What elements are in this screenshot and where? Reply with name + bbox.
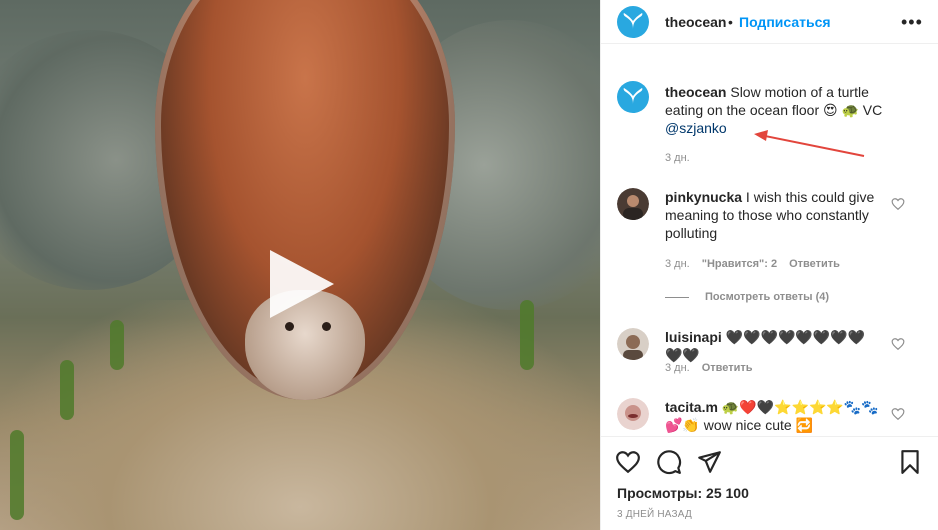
comment-username[interactable]: pinkynucka xyxy=(665,189,742,205)
seaweed xyxy=(60,360,74,420)
divider-line xyxy=(665,296,689,298)
follow-button[interactable]: Подписаться xyxy=(739,14,831,30)
comment-time[interactable]: 3 дн. xyxy=(665,258,690,270)
comment-username[interactable]: luisinapi xyxy=(665,329,722,345)
seaweed xyxy=(110,320,124,370)
post-header: theocean • Подписаться ••• xyxy=(601,0,938,44)
post-timestamp[interactable]: 3 ДНЕЙ НАЗАД xyxy=(617,509,692,520)
seaweed xyxy=(520,300,534,370)
comment-time[interactable]: 3 дн. xyxy=(665,362,690,374)
comment-meta: 3 дн. Ответить xyxy=(665,362,765,374)
avatar[interactable] xyxy=(617,6,649,38)
avatar[interactable] xyxy=(617,328,649,360)
post-actions: Просмотры: 25 100 3 ДНЕЙ НАЗАД xyxy=(601,436,938,530)
heart-icon[interactable] xyxy=(891,197,905,211)
comment-meta: 3 дн. "Нравится": 2 Ответить xyxy=(665,258,852,270)
view-replies-label: Посмотреть ответы (4) xyxy=(705,291,830,303)
comment-likes[interactable]: "Нравится": 2 xyxy=(702,258,777,270)
post-video[interactable] xyxy=(0,0,600,530)
avatar[interactable] xyxy=(617,398,649,430)
share-icon[interactable] xyxy=(696,449,722,475)
turtle-nostril xyxy=(285,322,294,331)
whale-tail-icon xyxy=(623,13,643,30)
view-replies-button[interactable]: Посмотреть ответы (4) xyxy=(665,291,829,303)
more-options-icon[interactable]: ••• xyxy=(901,12,923,33)
caption-avatar[interactable] xyxy=(617,81,649,113)
caption-username[interactable]: theocean xyxy=(665,84,726,100)
turtle-nostril xyxy=(322,322,331,331)
heart-icon[interactable] xyxy=(891,407,905,421)
comment-text: pinkynucka I wish this could give meanin… xyxy=(665,188,881,242)
views-count[interactable]: Просмотры: 25 100 xyxy=(617,485,749,501)
comment-icon[interactable] xyxy=(656,449,682,475)
caption-mention-link[interactable]: @szjanko xyxy=(665,120,727,136)
caption-time[interactable]: 3 дн. xyxy=(665,152,690,164)
seaweed xyxy=(10,430,24,520)
separator-dot: • xyxy=(728,14,733,30)
header-username[interactable]: theocean xyxy=(665,14,726,30)
post-sidebar: theocean • Подписаться ••• theocean Slow… xyxy=(600,0,938,530)
heart-icon[interactable] xyxy=(891,337,905,351)
comment-text: luisinapi 🖤🖤🖤🖤🖤🖤🖤🖤🖤🖤 xyxy=(665,328,881,364)
comment-username[interactable]: tacita.m xyxy=(665,399,718,415)
bookmark-icon[interactable] xyxy=(897,449,923,475)
post-caption: theocean Slow motion of a turtle eating … xyxy=(665,83,885,137)
comment-text: tacita.m 🐢❤️🖤⭐⭐⭐⭐🐾🐾💕👏 wow nice cute 🔁 xyxy=(665,398,881,434)
whale-tail-icon xyxy=(623,88,643,105)
play-icon[interactable] xyxy=(270,250,334,318)
reply-button[interactable]: Ответить xyxy=(702,362,753,374)
reply-button[interactable]: Ответить xyxy=(789,258,840,270)
like-heart-icon[interactable] xyxy=(615,449,641,475)
avatar[interactable] xyxy=(617,188,649,220)
